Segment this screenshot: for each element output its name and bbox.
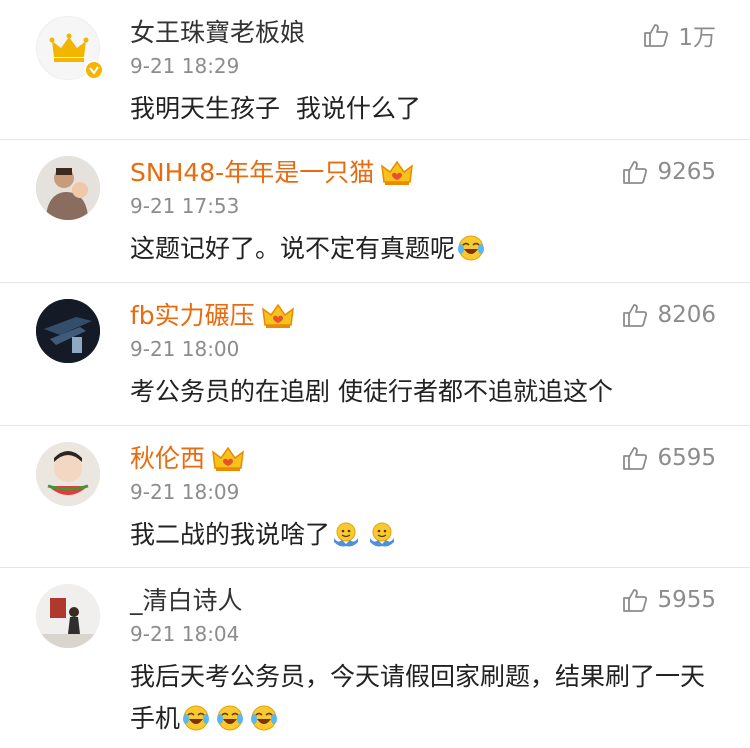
like-button[interactable]: 9265 — [621, 158, 716, 186]
like-count: 8206 — [657, 302, 716, 328]
laugh-cry-emoji-icon — [217, 705, 244, 731]
comment-item: _清白诗人 9-21 18:04 我后天考公务员，今天请假回家刷题，结果刷了一天… — [0, 568, 750, 748]
thumbs-up-icon — [644, 24, 669, 47]
like-button[interactable]: 6595 — [621, 444, 716, 472]
comment-item: fb实力碾压 9-21 18:00 考公务员的在追剧 使徒行者都不追就追这个 8… — [0, 283, 750, 426]
comment-time: 9-21 18:04 — [130, 622, 240, 646]
comment-text: 我明天生孩子 我说什么了 — [130, 94, 421, 123]
thumbs-up-icon — [623, 161, 648, 184]
avatar[interactable] — [36, 156, 100, 220]
thumbs-up-icon — [623, 447, 648, 470]
username[interactable]: 女王珠寶老板娘 — [130, 16, 305, 50]
comment-time: 9-21 18:00 — [130, 337, 240, 361]
thumbs-up-icon — [623, 304, 648, 327]
avatar[interactable] — [36, 299, 100, 363]
like-count: 5955 — [657, 587, 716, 613]
child-watermelon-icon — [36, 442, 100, 506]
comment-time: 9-21 17:53 — [130, 194, 240, 218]
like-button[interactable]: 8206 — [621, 301, 716, 329]
comment-text: 这题记好了。说不定有真题呢 — [130, 228, 720, 270]
comment-list: 女王珠寶老板娘 9-21 18:29 我明天生孩子 我说什么了 1万 SNH48… — [0, 0, 750, 748]
vip-crown-icon — [261, 303, 294, 328]
username[interactable]: _清白诗人 — [130, 584, 243, 618]
room-photo-icon — [36, 584, 100, 648]
avatar[interactable] — [36, 584, 100, 648]
person-photo-icon — [36, 156, 100, 220]
vip-crown-icon — [381, 160, 414, 185]
verified-badge-icon — [84, 60, 104, 80]
shrug-emoji-icon — [370, 522, 395, 547]
like-button[interactable]: 5955 — [621, 586, 716, 614]
vip-crown-icon — [212, 446, 244, 471]
dark-photo-icon — [36, 299, 100, 363]
comment-time: 9-21 18:29 — [130, 54, 240, 78]
comment-item: 秋伦西 9-21 18:09 我二战的我说啥了 6595 — [0, 426, 750, 568]
username[interactable]: fb实力碾压 — [130, 299, 295, 333]
username[interactable]: SNH48-年年是一只猫 — [130, 156, 414, 190]
comment-text: 考公务员的在追剧 使徒行者都不追就追这个 — [130, 377, 613, 406]
comment-text: 我二战的我说啥了 — [130, 514, 720, 556]
like-button[interactable]: 1万 — [642, 18, 716, 52]
like-count: 9265 — [657, 159, 716, 185]
comment-time: 9-21 18:09 — [130, 480, 240, 504]
like-count: 6595 — [657, 445, 716, 471]
thumbs-up-icon — [623, 589, 648, 612]
shrug-emoji-icon — [334, 522, 359, 547]
like-count: 1万 — [678, 25, 716, 51]
comment-item: 女王珠寶老板娘 9-21 18:29 我明天生孩子 我说什么了 1万 — [0, 0, 750, 140]
comment-text: 我后天考公务员，今天请假回家刷题，结果刷了一天手机 — [130, 662, 706, 733]
laugh-cry-emoji-icon — [183, 705, 210, 731]
laugh-cry-emoji-icon — [458, 235, 485, 261]
username[interactable]: 秋伦西 — [130, 442, 245, 476]
comment-item: SNH48-年年是一只猫 9-21 17:53 这题记好了。说不定有真题呢 92… — [0, 140, 750, 283]
laugh-cry-emoji-icon — [251, 705, 278, 731]
avatar[interactable] — [36, 442, 100, 506]
